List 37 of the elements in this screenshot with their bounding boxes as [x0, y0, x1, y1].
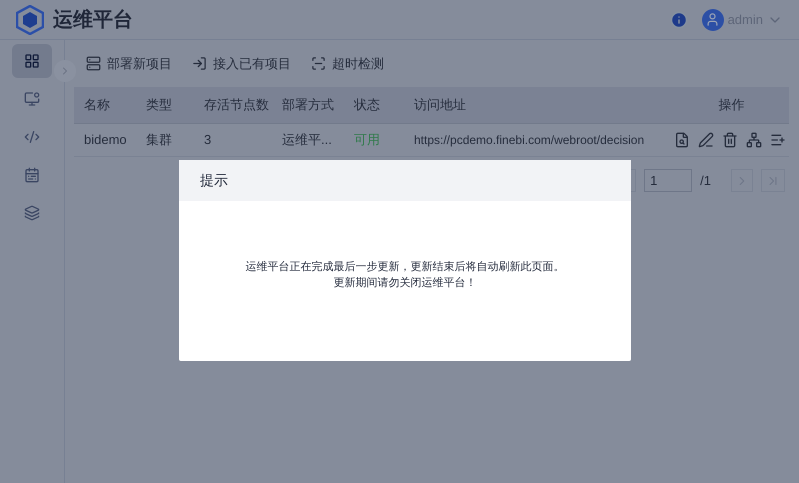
- page-total: /1: [700, 172, 711, 190]
- toolbar-button[interactable]: 超时检测: [311, 54, 384, 74]
- table-cell: https://pcdemo.finebi.com/webroot/decision: [414, 133, 644, 148]
- edit-icon[interactable]: [698, 132, 714, 148]
- dialog-title: 提示: [200, 171, 228, 190]
- server-icon: [86, 56, 101, 71]
- column-header: 操作: [718, 97, 744, 112]
- search-file-icon[interactable]: [674, 132, 690, 148]
- monitor-icon: [24, 91, 40, 107]
- avatar-icon[interactable]: [702, 8, 724, 30]
- column-header: 名称: [84, 97, 110, 112]
- dialog-message: 运维平台正在完成最后一步更新，更新结束后将自动刷新此页面。: [246, 260, 564, 275]
- column-header: 类型: [146, 97, 172, 112]
- table-cell: 3: [204, 132, 212, 148]
- table-cell: 运维平...: [282, 132, 332, 148]
- delete-icon[interactable]: [722, 132, 738, 148]
- info-icon[interactable]: [670, 10, 688, 28]
- app-title: 运维平台: [53, 8, 133, 32]
- column-header: 存活节点数: [204, 97, 269, 112]
- page-input[interactable]: 1: [644, 169, 692, 192]
- column-header: 状态: [354, 97, 380, 112]
- sidebar-item[interactable]: [12, 44, 52, 78]
- grid-icon: [24, 53, 40, 69]
- network-icon[interactable]: [746, 132, 762, 148]
- toolbar-button[interactable]: 部署新项目: [86, 54, 172, 74]
- dialog-message: 更新期间请勿关闭运维平台！: [334, 276, 476, 291]
- login-icon: [192, 56, 207, 71]
- list-add-icon[interactable]: [770, 132, 786, 148]
- column-header: 访问地址: [414, 97, 466, 112]
- table-cell: 可用: [354, 132, 380, 148]
- calendar-icon: [24, 167, 40, 183]
- table-cell: bidemo: [84, 132, 127, 148]
- table-cell: 集群: [146, 132, 172, 148]
- cube-logo-icon: [16, 4, 44, 34]
- toolbar-button[interactable]: 接入已有项目: [192, 54, 291, 74]
- column-header: 部署方式: [282, 97, 334, 112]
- scan-icon: [311, 56, 326, 71]
